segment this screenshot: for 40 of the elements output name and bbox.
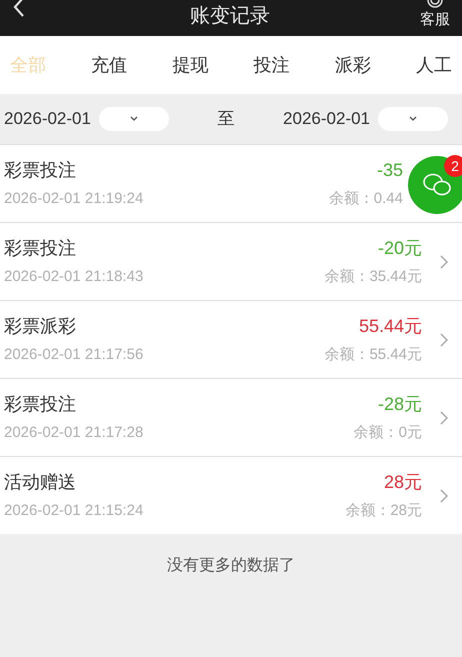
balance-text: 余额：35.44元 [324, 266, 422, 287]
filter-tab[interactable]: 充值 [91, 52, 128, 78]
record-title: 彩票派彩 [4, 314, 77, 338]
end-of-list-note: 没有更多的数据了 [167, 556, 295, 576]
record-time: 2026-02-01 21:17:56 [4, 344, 144, 365]
date-text: 2026-02-01 [4, 108, 91, 130]
balance-text: 余额：0元 [354, 422, 422, 443]
record-row[interactable]: 彩票派彩 2026-02-01 21:17:56 55.44元 余额：55.44元 [0, 301, 462, 378]
record-time: 2026-02-01 21:17:28 [4, 422, 144, 443]
amount-text: -35 [376, 158, 403, 182]
balance-text: 余额：0.44 [328, 188, 403, 209]
filter-tab[interactable]: 派彩 [334, 52, 371, 78]
filter-tab[interactable]: 人工 [416, 52, 452, 78]
amount-text: -20元 [378, 236, 422, 260]
service-label[interactable]: 客服 [420, 10, 450, 30]
record-row[interactable]: 彩票投注 2026-02-01 21:17:28 -28元 余额：0元 [0, 379, 462, 456]
amount-text: 55.44元 [358, 314, 422, 338]
record-title: 活动赠送 [4, 470, 77, 494]
record-title: 彩票投注 [4, 392, 77, 416]
amount-text: -28元 [378, 392, 422, 416]
headset-icon[interactable] [426, 0, 444, 10]
record-time: 2026-02-01 21:19:24 [4, 188, 144, 209]
record-title: 彩票投注 [4, 158, 77, 182]
back-icon[interactable] [12, 0, 26, 18]
record-time: 2026-02-01 21:15:24 [4, 500, 144, 521]
chevron-down-icon [408, 116, 418, 122]
balance-text: 余额：28元 [345, 500, 422, 521]
record-title: 彩票投注 [4, 236, 77, 260]
record-row[interactable]: 彩票投注 2026-02-01 21:18:43 -20元 余额：35.44元 [0, 223, 462, 300]
record-time: 2026-02-01 21:18:43 [4, 266, 144, 287]
amount-text: 28元 [384, 470, 422, 494]
balance-text: 余额：55.44元 [324, 344, 422, 365]
record-row[interactable]: 活动赠送 2026-02-01 21:15:24 28元 余额：28元 [0, 457, 462, 534]
page-title: 账变记录 [190, 6, 270, 26]
date-text: 2026-02-01 [283, 108, 370, 130]
chat-bubbles-icon [422, 172, 452, 198]
chevron-down-icon [128, 116, 139, 122]
filter-tab[interactable]: 提现 [172, 52, 208, 78]
filter-tab[interactable]: 投注 [254, 52, 290, 78]
range-separator: 至 [218, 108, 234, 130]
